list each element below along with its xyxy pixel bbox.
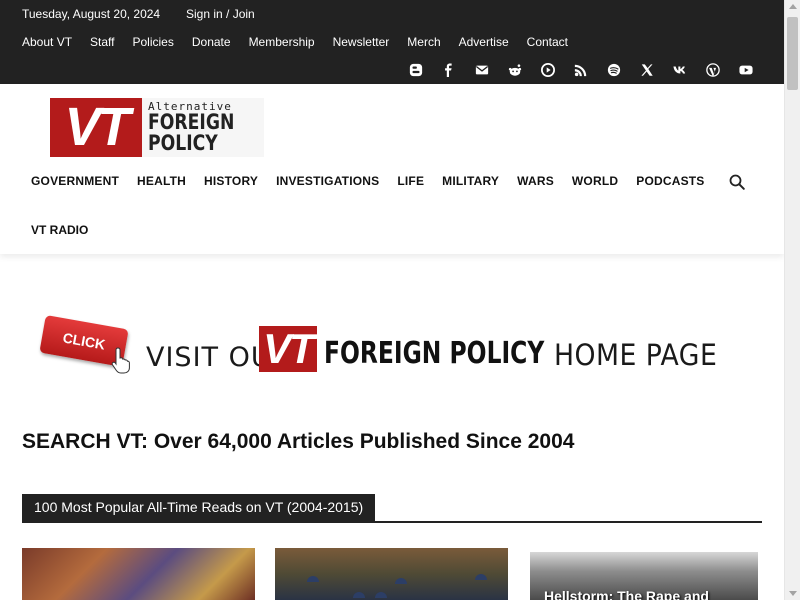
search-heading: SEARCH VT: Over 64,000 Articles Publishe… [22, 430, 575, 453]
section-header: 100 Most Popular All-Time Reads on VT (2… [22, 494, 762, 523]
nav-item-health[interactable]: HEALTH [128, 174, 195, 188]
blogger-icon[interactable] [399, 60, 432, 80]
site-logo[interactable]: VT Alternative FOREIGN POLICY [50, 98, 264, 157]
scroll-up-arrow[interactable] [789, 4, 797, 9]
figure-cap [475, 574, 487, 580]
top-link-policies[interactable]: Policies [133, 35, 174, 49]
reddit-icon[interactable] [498, 60, 531, 80]
banner-vt-mark: VT [259, 326, 317, 372]
rss-icon[interactable] [564, 60, 597, 80]
x-icon[interactable] [630, 60, 663, 80]
top-link-donate[interactable]: Donate [192, 35, 231, 49]
top-bar: Tuesday, August 20, 2024 Sign in / Join … [0, 0, 784, 84]
scroll-down-arrow[interactable] [789, 591, 797, 596]
nav-item-military[interactable]: MILITARY [433, 174, 508, 188]
top-link-staff[interactable]: Staff [90, 35, 114, 49]
youtube-icon[interactable] [729, 60, 762, 80]
article-thumbnail[interactable] [22, 548, 255, 600]
facebook-icon[interactable] [432, 60, 465, 80]
wordpress-icon[interactable] [696, 60, 729, 80]
spotify-icon[interactable] [597, 60, 630, 80]
figure-cap [395, 578, 407, 584]
figure-cap [353, 592, 365, 598]
logo-name-line2: POLICY [148, 131, 218, 155]
article-grid: Hellstorm: The Rape and [22, 548, 762, 600]
site-header: VT Alternative FOREIGN POLICY GOVERNMENT… [0, 84, 784, 254]
banner-home-page: HOME PAGE [554, 338, 718, 372]
top-link-about[interactable]: About VT [22, 35, 72, 49]
article-title[interactable]: Hellstorm: The Rape and [544, 588, 709, 600]
banner-foreign-policy: FOREIGN POLICY [324, 336, 545, 371]
logo-vt-mark: VT [50, 98, 142, 157]
search-icon[interactable] [728, 173, 746, 191]
top-links: About VT Staff Policies Donate Membershi… [22, 35, 586, 49]
top-link-membership[interactable]: Membership [249, 35, 315, 49]
nav-item-podcasts[interactable]: PODCASTS [627, 174, 713, 188]
nav-item-government[interactable]: GOVERNMENT [22, 174, 128, 188]
figure-cap [375, 592, 387, 598]
nav-item-wars[interactable]: WARS [508, 174, 563, 188]
top-link-newsletter[interactable]: Newsletter [333, 35, 390, 49]
scroll-thumb[interactable] [787, 17, 798, 90]
figure-cap [307, 576, 319, 582]
article-thumbnail[interactable] [275, 548, 508, 600]
pointer-hand-icon [110, 346, 134, 374]
nav-item-life[interactable]: LIFE [388, 174, 433, 188]
page-scrollbar[interactable] [784, 0, 800, 600]
article-thumbnail[interactable]: Hellstorm: The Rape and [530, 552, 758, 600]
top-link-contact[interactable]: Contact [527, 35, 568, 49]
social-icons [399, 60, 762, 80]
rumble-icon[interactable] [531, 60, 564, 80]
main-nav-row2: VT RADIO [31, 223, 88, 237]
vk-icon[interactable] [663, 60, 696, 80]
main-nav: GOVERNMENT HEALTH HISTORY INVESTIGATIONS… [22, 174, 714, 188]
top-link-advertise[interactable]: Advertise [459, 35, 509, 49]
nav-item-world[interactable]: WORLD [563, 174, 627, 188]
mail-icon[interactable] [465, 60, 498, 80]
nav-item-vt-radio[interactable]: VT RADIO [31, 223, 88, 237]
logo-name: FOREIGN POLICY [148, 112, 238, 154]
current-date: Tuesday, August 20, 2024 [22, 7, 161, 21]
sign-in-link[interactable]: Sign in / Join [186, 7, 255, 21]
nav-item-history[interactable]: HISTORY [195, 174, 267, 188]
logo-name-line1: FOREIGN [148, 110, 235, 134]
section-title: 100 Most Popular All-Time Reads on VT (2… [22, 494, 376, 521]
top-link-merch[interactable]: Merch [407, 35, 440, 49]
nav-item-investigations[interactable]: INVESTIGATIONS [267, 174, 388, 188]
home-page-banner[interactable]: CLICK HERE VISIT OUR VT FOREIGN POLICY H… [39, 314, 732, 390]
